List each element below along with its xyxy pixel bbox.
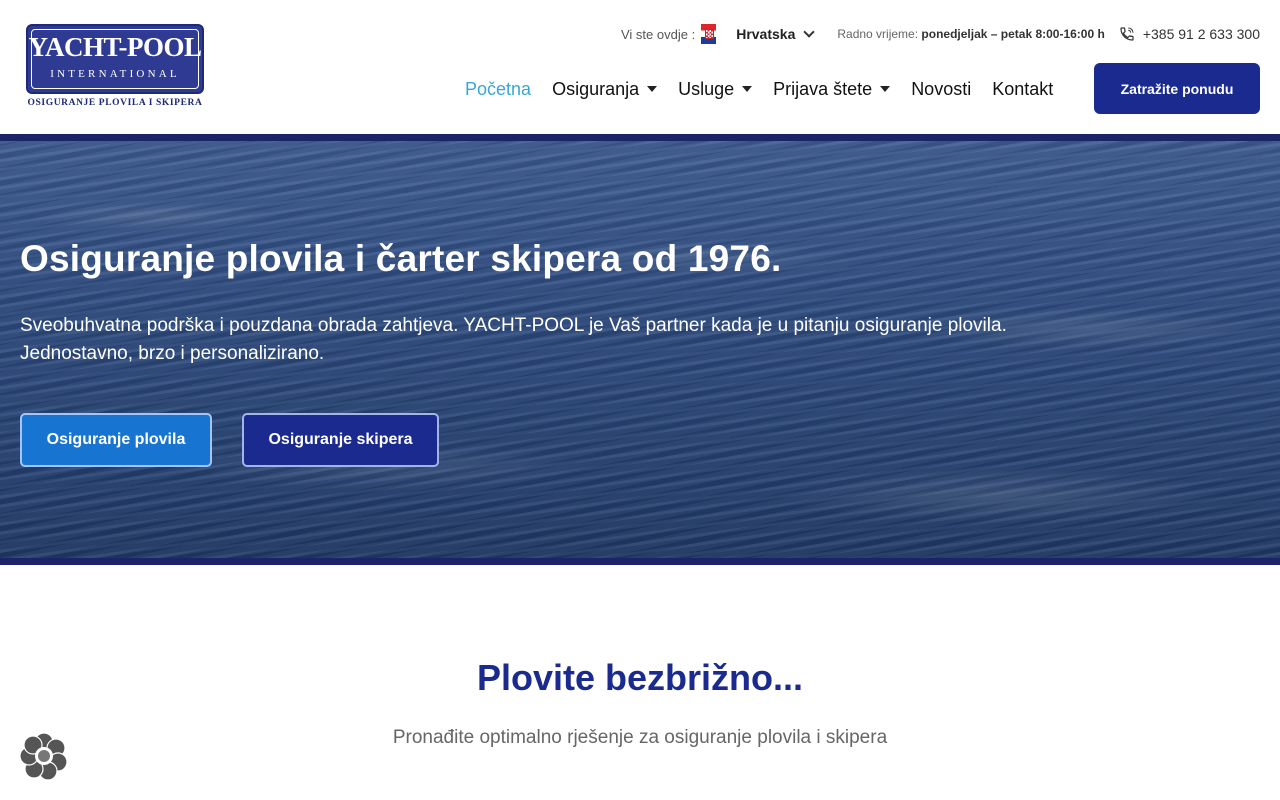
working-hours: Radno vrijeme: ponedjeljak – petak 8:00-…: [837, 27, 1104, 41]
hero-subtitle-line: Jednostavno, brzo i personalizirano.: [20, 343, 325, 364]
top-info-bar: Vi ste ovdje : Hrvatska Radno vrijeme: p…: [621, 22, 1260, 46]
nav-item-label: Novosti: [911, 78, 972, 99]
logo-subtitle: INTERNATIONAL: [50, 68, 180, 80]
site-logo[interactable]: YACHT-POOL INTERNATIONAL OSIGURANJE PLOV…: [26, 24, 206, 112]
site-header: YACHT-POOL INTERNATIONAL OSIGURANJE PLOV…: [0, 0, 1280, 134]
hero-subtitle: Sveobuhvatna podrška i pouzdana obrada z…: [20, 312, 1080, 368]
hero-banner: Osiguranje plovila i čarter skipera od 1…: [0, 134, 1280, 565]
working-hours-label: Radno vrijeme:: [837, 27, 919, 41]
nav-item-pocetna[interactable]: Početna: [465, 79, 531, 100]
skipper-insurance-button[interactable]: Osiguranje skipera: [242, 413, 439, 467]
chevron-down-icon[interactable]: [803, 25, 816, 38]
nav-item-usluge[interactable]: Usluge: [678, 78, 753, 100]
section-title: Plovite bezbrižno...: [476, 657, 804, 698]
logo-tagline: OSIGURANJE PLOVILA I SKIPERA: [27, 98, 203, 108]
cookie-settings-icon[interactable]: [19, 731, 69, 781]
nav-item-label: Početna: [465, 78, 532, 99]
caret-down-icon: [880, 86, 891, 92]
main-navigation: Početna Osiguranja Usluge Prijava štete …: [465, 77, 1074, 101]
phone-number[interactable]: +385 91 2 633 300: [1143, 26, 1260, 42]
nav-item-label: Osiguranja: [552, 78, 640, 99]
nav-item-label: Usluge: [678, 78, 735, 99]
location-label: Vi ste ovdje :: [621, 26, 696, 42]
hero-title: Osiguranje plovila i čarter skipera od 1…: [20, 238, 782, 279]
nav-item-osiguranja[interactable]: Osiguranja: [552, 78, 658, 100]
nav-item-novosti[interactable]: Novosti: [911, 79, 971, 100]
nav-item-kontakt[interactable]: Kontakt: [992, 79, 1053, 100]
caret-down-icon: [742, 86, 753, 92]
working-hours-value: ponedjeljak – petak 8:00-16:00 h: [921, 27, 1105, 41]
hero-subtitle-line: Sveobuhvatna podrška i pouzdana obrada z…: [20, 315, 1007, 336]
section-subtitle: Pronađite optimalno rješenje za osiguran…: [392, 727, 888, 748]
nav-item-label: Prijava štete: [773, 78, 873, 99]
logo-title: YACHT-POOL: [28, 32, 202, 62]
nav-item-label: Kontakt: [992, 78, 1054, 99]
country-selector[interactable]: Hrvatska: [736, 26, 795, 42]
vessel-insurance-button[interactable]: Osiguranje plovila: [20, 413, 212, 467]
phone-icon: [1120, 27, 1134, 41]
croatia-flag-icon: [701, 24, 717, 44]
caret-down-icon: [647, 86, 658, 92]
request-quote-button[interactable]: Zatražite ponudu: [1094, 63, 1260, 114]
nav-item-prijava-stete[interactable]: Prijava štete: [773, 78, 891, 100]
